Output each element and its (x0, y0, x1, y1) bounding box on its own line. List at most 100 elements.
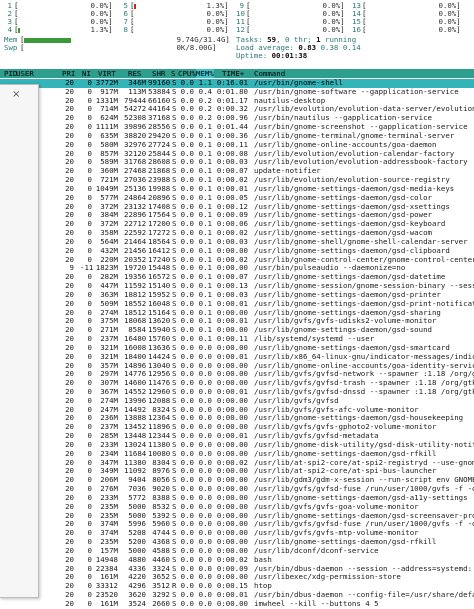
cell-ni: 0 (87, 449, 92, 458)
process-row[interactable]: 20 0 237M 13452 11896 S 0.0 0.0 0:00.00/usr/lib/… (0, 423, 474, 432)
process-row[interactable]: 20 0 721M 27036 23988 S 0.0 0.1 0:00.02/usr/lib/… (0, 176, 474, 185)
process-row[interactable]: 20 0 33312 4296 3512 R 0.0 0.0 0:00.15 htop (0, 582, 474, 591)
header-shr[interactable]: SHR (152, 69, 165, 78)
process-row[interactable]: 20 0 580M 32976 27724 S 0.0 0.1 0:00.11/usr/lib/… (0, 141, 474, 150)
header-user[interactable]: USER (16, 69, 34, 78)
process-row[interactable]: 20 0 161M 3524 2660 S 0.0 0.0 0:00.00 imwheel --k… (0, 600, 474, 609)
process-row[interactable]: 20 0 509M 18552 16048 S 0.0 0.1 0:00.01/usr/lib/… (0, 300, 474, 309)
process-row[interactable]: 20 0 274M 13996 12088 S 0.0 0.0 0:00.00/usr/lib/… (0, 397, 474, 406)
cell-pri: 20 (65, 140, 74, 149)
process-row[interactable]: 20 0 372M 22712 17200 S 0.0 0.1 0:00.06/usr/lib/… (0, 220, 474, 229)
cell-res: 3524 (128, 599, 146, 608)
process-row-selected[interactable]: 20 0 3772M 346M 99160 S 0.0 1.1 0:16.01/usr/bin/… (0, 79, 474, 88)
process-row[interactable]: 20 0 282M 19356 16572 S 0.0 0.1 0:00.07/usr/lib/… (0, 273, 474, 282)
cell-cmd: /usr/lib/gnome-terminal/gnome-terminal-s… (254, 131, 455, 140)
process-row[interactable]: 20 0 161M 4220 3652 S 0.0 0.0 0:00.00/usr/libexe… (0, 573, 474, 582)
process-row[interactable]: 20 0 917M 113M 53884 S 0.0 0.4 0:01.80/usr/bin/g… (0, 88, 474, 97)
header-virt[interactable]: VIRT (98, 69, 116, 78)
process-row[interactable]: 20 0 271M 8584 15940 S 0.0 0.1 0:00.00/usr/lib/g… (0, 326, 474, 335)
process-row[interactable]: 20 0 857M 32120 25844 S 0.0 0.1 0:00.08/usr/lib/… (0, 150, 474, 159)
process-row[interactable]: 20 0 564M 21464 18564 S 0.0 0.1 0:00.03/usr/lib/… (0, 238, 474, 247)
process-row[interactable]: 20 0 1049M 25136 19988 S 0.0 0.1 0:00.01/usr/lib… (0, 185, 474, 194)
overlapping-window[interactable]: × (0, 84, 39, 598)
process-row[interactable]: 20 0 1111M 39896 28556 S 0.0 0.1 0:01.44/usr/bin… (0, 123, 474, 132)
process-row[interactable]: 20 0 589M 31768 28608 S 0.0 0.1 0:00.03/usr/lib/… (0, 158, 474, 167)
process-row[interactable]: 20 0 374M 5996 5960 S 0.0 0.0 0:00.00/usr/lib/gv… (0, 520, 474, 529)
cell-cpu: 0.0 (180, 246, 194, 255)
process-row[interactable]: 20 0 233M 13024 11380 S 0.0 0.0 0:00.00/usr/lib/… (0, 441, 474, 450)
process-row[interactable]: 20 0 247M 14492 8324 S 0.0 0.0 0:00.00/usr/lib/g… (0, 406, 474, 415)
process-row[interactable]: 20 0 235M 5000 5392 S 0.0 0.0 0:00.00/usr/lib/gn… (0, 512, 474, 521)
process-row[interactable]: 20 0 22384 4336 3324 S 0.0 0.0 0:00.09/usr/bin/d… (0, 565, 474, 574)
cell-ni: 0 (87, 591, 92, 600)
cell-mem: 0.0 (198, 370, 212, 379)
process-row[interactable]: 20 0 233M 5772 8388 S 0.0 0.0 0:00.00/usr/lib/gn… (0, 494, 474, 503)
cell-s: S (172, 502, 177, 511)
process-row[interactable]: 20 0 157M 5000 4588 S 0.0 0.0 0:00.00/usr/lib/dc… (0, 547, 474, 556)
cell-shr: 12956 (148, 370, 171, 379)
process-row[interactable]: 20 0 358M 22592 17272 S 0.0 0.1 0:00.02/usr/lib/… (0, 229, 474, 238)
process-row[interactable]: 20 0 236M 13888 12364 S 0.0 0.0 0:00.00/usr/lib/… (0, 414, 474, 423)
cell-cpu: 0.0 (180, 520, 194, 529)
cell-res: 5000 (128, 511, 146, 520)
process-row[interactable]: 20 0 375M 18068 13620 S 0.0 0.1 0:00.01/usr/lib/… (0, 317, 474, 326)
process-row[interactable]: 20 0 1331M 79444 66160 S 0.0 0.2 0:01.17 nautilus… (0, 97, 474, 106)
process-row[interactable]: 20 0 285M 13448 12344 S 0.0 0.0 0:00.01/usr/lib/… (0, 432, 474, 441)
process-row[interactable]: 20 0 367M 14552 12960 S 0.0 0.0 0:00.01/usr/lib/… (0, 388, 474, 397)
cell-pri: 20 (65, 308, 74, 317)
header-time[interactable]: TIME+ (222, 69, 244, 78)
cell-mem: 0.0 (198, 432, 212, 441)
cell-shr: 15448 (148, 264, 171, 273)
process-row[interactable]: 20 0 14948 4880 4460 S 0.0 0.0 0:00.02 bash (0, 556, 474, 565)
cell-time: 0:00.00 (216, 423, 248, 432)
process-row[interactable]: 20 0 384M 22896 17564 S 0.0 0.1 0:00.09/usr/lib/… (0, 211, 474, 220)
process-row[interactable]: 20 0 321M 16008 13636 S 0.0 0.0 0:00.00/usr/lib/… (0, 344, 474, 353)
process-row[interactable]: 20 0 347M 11380 8304 S 0.0 0.0 0:00.02/usr/lib/a… (0, 459, 474, 468)
process-row[interactable]: 20 0 276M 7036 9020 S 0.0 0.0 0:00.00/usr/lib/gv… (0, 485, 474, 494)
cell-cpu: 0.0 (180, 361, 194, 370)
cell-pri: 20 (65, 114, 74, 123)
cell-cpu: 0.0 (180, 599, 194, 608)
process-row[interactable]: 20 0 357M 14896 13040 S 0.0 0.0 0:00.00/usr/lib/… (0, 362, 474, 371)
process-row[interactable]: 20 0 274M 18512 15164 S 0.0 0.1 0:00.00/usr/lib/… (0, 309, 474, 318)
process-row[interactable]: 20 0 206M 9404 8056 S 0.0 0.0 0:00.00/usr/lib/gd… (0, 476, 474, 485)
header-mem[interactable]: MEM% (196, 69, 214, 78)
process-row[interactable]: 9 -11 1823M 19720 15448 S 0.0 0.1 0:00.00/usr/bi… (0, 264, 474, 273)
cell-cmd: /usr/lib/gnome-settings-daemon/gsd-color (254, 193, 432, 202)
process-row[interactable]: 20 0 624M 52308 37168 S 0.0 0.2 0:00.96/usr/bin/… (0, 114, 474, 123)
process-row[interactable]: 20 0 374M 5208 4744 S 0.0 0.0 0:00.00/usr/lib/gv… (0, 529, 474, 538)
cell-mem: 0.0 (198, 485, 212, 494)
process-row[interactable]: 20 0 235M 5200 4368 S 0.0 0.0 0:00.00/usr/lib/gn… (0, 538, 474, 547)
header-s[interactable]: S (171, 69, 175, 78)
process-row[interactable]: 20 0 237M 16480 15760 S 0.0 0.1 0:00.11/lib/syst… (0, 335, 474, 344)
cell-ni: 0 (87, 229, 92, 238)
process-row[interactable]: 20 0 23520 3620 3292 S 0.0 0.0 0:00.01/usr/bin/d… (0, 591, 474, 600)
cell-time: 0:00.01 (216, 352, 248, 361)
cell-cpu: 0.0 (180, 546, 194, 555)
process-row[interactable]: 20 0 234M 11684 10080 S 0.0 0.0 0:00.00/usr/lib/… (0, 450, 474, 459)
header-ni[interactable]: NI (82, 69, 91, 78)
process-row[interactable]: 20 0 577M 24864 20896 S 0.0 0.1 0:00.05/usr/lib/… (0, 194, 474, 203)
process-row[interactable]: 20 0 714M 54272 44164 S 0.0 0.2 0:00.32/usr/lib/… (0, 105, 474, 114)
cell-time: 0:16.01 (216, 79, 248, 87)
cell-pri: 20 (65, 573, 74, 582)
process-row[interactable]: 20 0 635M 38820 29420 S 0.0 0.1 0:00.36/usr/lib/… (0, 132, 474, 141)
header-cpu[interactable]: CPU% (178, 69, 196, 78)
process-row[interactable]: 20 0 235M 5000 8532 S 0.0 0.0 0:00.00/usr/lib/gv… (0, 503, 474, 512)
header-cmd[interactable]: Command (254, 69, 285, 78)
process-row[interactable]: 20 0 363M 18812 15952 S 0.0 0.1 0:00.03/usr/lib/… (0, 291, 474, 300)
process-row[interactable]: 20 0 307M 14600 11476 S 0.0 0.0 0:00.00/usr/lib/… (0, 379, 474, 388)
process-row[interactable]: 20 0 321M 18400 14424 S 0.0 0.0 0:00.01/usr/lib/… (0, 353, 474, 362)
cell-cpu: 0.0 (180, 476, 194, 485)
process-row[interactable]: 20 0 349M 11092 8976 S 0.0 0.0 0:00.00/usr/lib/a… (0, 467, 474, 476)
process-row[interactable]: 20 0 297M 14776 12956 S 0.0 0.0 0:00.00/usr/lib/… (0, 370, 474, 379)
process-row[interactable]: 20 0 372M 23132 17408 S 0.0 0.1 0:00.12/usr/lib/… (0, 203, 474, 212)
process-list[interactable]: 20 0 3772M 346M 99160 S 0.0 1.1 0:16.01/usr/bin/… (0, 79, 474, 609)
header-res[interactable]: RES (128, 69, 141, 78)
process-row[interactable]: 20 0 360M 27468 21868 S 0.0 0.1 0:00.07 update-no… (0, 167, 474, 176)
process-row[interactable]: 20 0 447M 11592 15140 S 0.0 0.1 0:00.13/usr/lib/… (0, 282, 474, 291)
header-pri[interactable]: PRI (62, 69, 75, 78)
process-row[interactable]: 20 0 432M 21456 16412 S 0.0 0.1 0:00.00/usr/lib/… (0, 247, 474, 256)
process-row[interactable]: 20 0 220M 20352 17240 S 0.0 0.1 0:00.02/usr/lib/… (0, 256, 474, 265)
close-icon[interactable]: × (12, 90, 22, 100)
